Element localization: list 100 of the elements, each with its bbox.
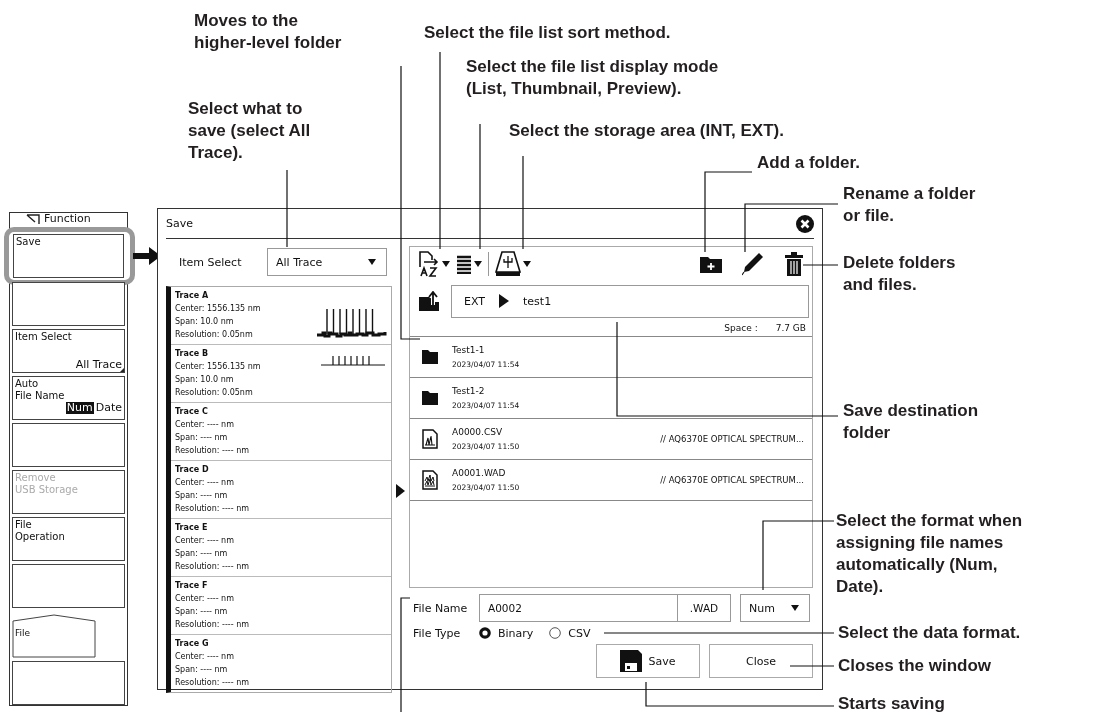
spectrum-file-icon [422, 429, 438, 449]
trace-span: Span: ---- nm [175, 606, 229, 618]
soft-key[interactable] [12, 423, 125, 467]
trace-name: Trace E [175, 522, 209, 534]
storage-drive-icon [495, 251, 521, 277]
add-folder-button[interactable] [700, 255, 722, 273]
folder-up-arrow-icon [419, 291, 439, 311]
trace-center: Center: 1556.135 nm [175, 361, 261, 373]
trace-item[interactable]: Trace G Center: ---- nm Span: ---- nm Resolution: ---- nm [171, 635, 391, 692]
trash-icon [784, 252, 804, 276]
pointer-icon [396, 484, 405, 498]
file-comment: // AQ6370E OPTICAL SPECTRUM... [660, 434, 804, 444]
list-icon [456, 254, 472, 274]
annotation-text: Select the format when assigning file names automatically (Num, Date). [836, 510, 1023, 598]
trace-item[interactable]: Trace F Center: ---- nm Span: ---- nm Resolution: ---- nm [171, 577, 391, 635]
item-select-dropdown[interactable]: All Trace [267, 248, 387, 276]
file-extension: .WAD [688, 601, 720, 616]
annotation-text: Closes the window [838, 655, 992, 677]
trace-span: Span: ---- nm [175, 664, 229, 676]
trace-resolution: Resolution: ---- nm [175, 503, 249, 515]
trace-resolution: Resolution: 0.05nm [175, 329, 254, 341]
rename-button[interactable] [742, 252, 764, 276]
soft-key[interactable] [12, 564, 125, 608]
file-name: Test1-2 [452, 386, 486, 396]
field-label: Item Select [178, 255, 243, 269]
trace-span: Span: ---- nm [175, 432, 229, 444]
annotation-text: Starts saving [838, 694, 945, 714]
trace-name: Trace A [175, 290, 210, 302]
close-button[interactable] [796, 214, 814, 233]
trace-item[interactable]: Trace B Center: 1556.135 nm Span: 10.0 nm Resolution: 0.05nm [171, 345, 391, 403]
file-name-field[interactable]: A0002 .WAD [479, 594, 731, 622]
soft-key[interactable] [12, 661, 125, 705]
close-dialog-button[interactable]: Close [709, 644, 813, 678]
caret-icon [368, 258, 378, 266]
field-label: File Name [412, 601, 469, 615]
radio-option[interactable]: Binary [479, 626, 534, 640]
display-mode-button[interactable] [456, 254, 482, 274]
annotation-text: Moves to the higher-level folder [194, 10, 342, 54]
path-text: EXT [464, 294, 485, 308]
close-icon [796, 214, 814, 233]
trace-name: Trace C [175, 406, 209, 418]
trace-item[interactable]: Trace D Center: ---- nm Span: ---- nm Resolution: ---- nm [171, 461, 391, 519]
annotation-text: Select the storage area (INT, EXT). [509, 120, 784, 142]
sort-button[interactable] [418, 251, 450, 277]
new-folder-icon [700, 255, 722, 273]
path-text: test1 [523, 294, 552, 308]
folder-icon [422, 391, 438, 405]
path-separator-icon [499, 294, 509, 308]
menu-title: Function [44, 214, 91, 224]
soft-key[interactable]: Save [13, 234, 124, 278]
folder-icon [422, 350, 438, 364]
option-label: Num [65, 402, 94, 414]
annotation-text: Rename a folder or file. [843, 183, 976, 227]
annotation-text: Add a folder. [757, 152, 860, 174]
file-name: A0001.WAD [452, 468, 507, 478]
trace-resolution: Resolution: ---- nm [175, 561, 249, 573]
trace-center: Center: 1556.135 nm [175, 303, 261, 315]
caret-icon [474, 261, 482, 267]
soft-key[interactable] [12, 282, 125, 326]
annotation-text: Delete folders and files. [843, 252, 956, 296]
trace-item[interactable]: Trace A Center: 1556.135 nm Span: 10.0 nm Resolution: 0.05nm [171, 287, 391, 345]
trace-span: Span: 10.0 nm [175, 316, 235, 328]
annotation-text: Select the file list display mode (List, Thumbnail, Preview). [466, 56, 719, 100]
trace-center: Center: ---- nm [175, 419, 235, 431]
radio-option[interactable]: CSV [549, 626, 591, 640]
annotation-text: Select what to save (select All Trace). [188, 98, 311, 164]
field-label: File Type [412, 626, 462, 640]
trace-center: Center: ---- nm [175, 651, 235, 663]
trace-resolution: Resolution: ---- nm [175, 619, 249, 631]
soft-key[interactable]: Auto File Name Num Date [12, 376, 125, 420]
trace-item[interactable]: Trace C Center: ---- nm Span: ---- nm Resolution: ---- nm [171, 403, 391, 461]
trace-center: Center: ---- nm [175, 593, 235, 605]
file-name: A0000.CSV [452, 427, 504, 437]
trace-center: Center: ---- nm [175, 477, 235, 489]
trace-resolution: Resolution: ---- nm [175, 677, 249, 689]
file-tab[interactable]: File [12, 614, 96, 658]
trace-item[interactable]: Trace E Center: ---- nm Span: ---- nm Resolution: ---- nm [171, 519, 391, 577]
storage-button[interactable] [495, 251, 531, 277]
key-value: All Trace [74, 359, 122, 371]
file-comment: // AQ6370E OPTICAL SPECTRUM... [660, 475, 804, 485]
soft-key[interactable]: Item Select All Trace [12, 329, 125, 373]
space-value: 7.7 GB [775, 323, 806, 333]
soft-key[interactable]: File Operation [12, 517, 125, 561]
trace-span: Span: ---- nm [175, 490, 229, 502]
sort-icon [418, 251, 440, 277]
trace-name: Trace D [175, 464, 210, 476]
name-format-dropdown[interactable]: Num [740, 594, 810, 622]
caret-icon [442, 261, 450, 267]
save-button[interactable]: Save [596, 644, 700, 678]
trace-center: Center: ---- nm [175, 535, 235, 547]
option-label: Date [95, 402, 122, 414]
trace-resolution: Resolution: ---- nm [175, 445, 249, 457]
parent-folder-button[interactable] [419, 291, 439, 311]
trace-span: Span: 10.0 nm [175, 374, 235, 386]
trace-resolution: Resolution: 0.05nm [175, 387, 254, 399]
pencil-icon [742, 252, 764, 276]
delete-button[interactable] [784, 252, 804, 276]
caret-icon [791, 604, 801, 612]
file-name: Test1-1 [452, 345, 486, 355]
annotation-text: Save destination folder [843, 400, 979, 444]
